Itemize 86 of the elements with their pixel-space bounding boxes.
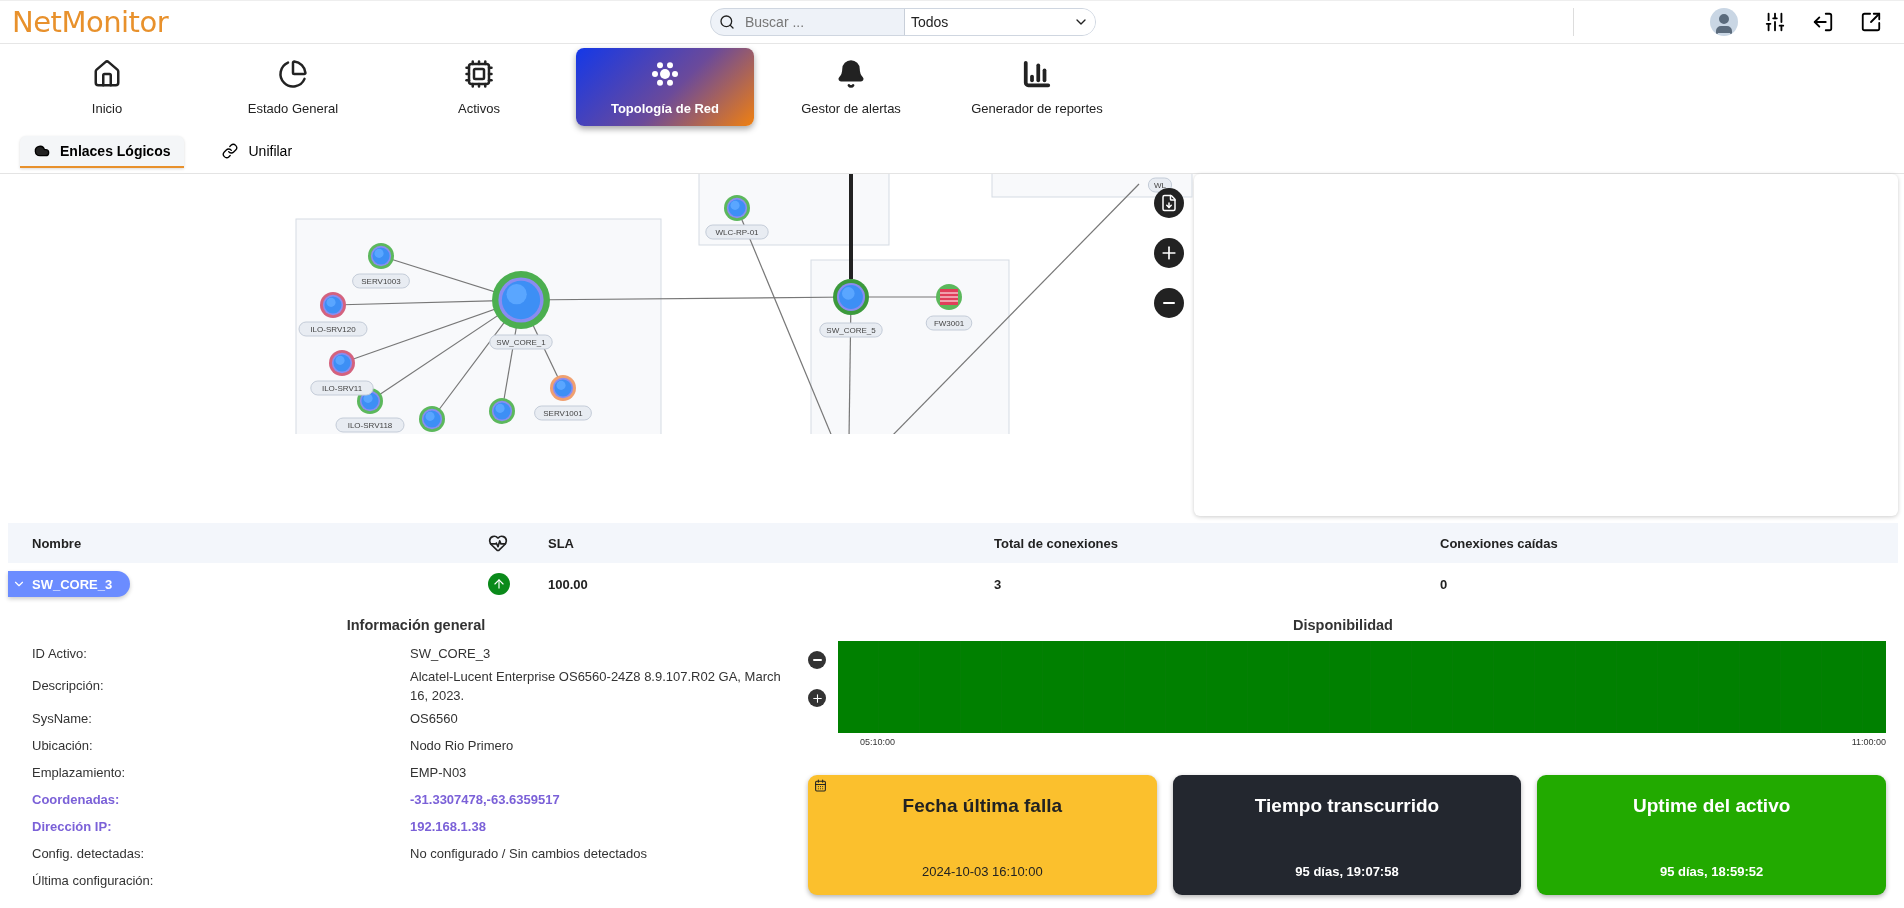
download-button[interactable] xyxy=(1154,188,1184,218)
column-header: SLA xyxy=(548,535,575,551)
nav-tab[interactable]: Inicio xyxy=(18,48,196,126)
field-label: Última configuración: xyxy=(32,871,155,890)
field-value: SW_CORE_3 xyxy=(410,645,492,664)
file-download-icon xyxy=(1160,194,1178,212)
node-label: ILO-SRV11 xyxy=(310,380,374,396)
expand-icon[interactable] xyxy=(1860,11,1882,33)
zoom-out-button[interactable] xyxy=(808,651,826,669)
nav-tab[interactable]: Topología de Red xyxy=(576,48,754,126)
network-node[interactable] xyxy=(550,375,576,401)
time-tick: 05:10:00 xyxy=(860,737,896,747)
network-node[interactable] xyxy=(489,398,515,424)
column-header: Total de conexiones xyxy=(994,535,1119,551)
table-cell-text: 3 xyxy=(994,576,1003,592)
chip-icon xyxy=(464,58,494,89)
field-label: Ubicación: xyxy=(32,736,94,755)
network-node[interactable] xyxy=(320,292,346,318)
network-node[interactable] xyxy=(833,279,869,315)
field-label: SysName: xyxy=(32,709,93,728)
network-node[interactable] xyxy=(724,195,750,221)
card-value: 95 días, 19:07:58 xyxy=(1295,864,1399,879)
node-label: ILO-SRV118 xyxy=(335,417,405,433)
zoom-out-button[interactable] xyxy=(1154,288,1184,318)
node-label: SW_CORE_5 xyxy=(819,322,883,338)
network-node[interactable] xyxy=(419,406,445,432)
time-tick: 11:00:00 xyxy=(1851,737,1886,747)
firewall-node[interactable] xyxy=(936,284,962,310)
search-field[interactable]: Buscar ... xyxy=(743,13,883,31)
field-label: Coordenadas: xyxy=(32,790,121,809)
bell-icon xyxy=(836,58,866,89)
field-label: Emplazamiento: xyxy=(32,763,127,782)
network-node[interactable] xyxy=(329,350,355,376)
field-label: Config. detectadas: xyxy=(32,844,146,863)
home-icon xyxy=(92,58,122,89)
node-label: SERV1001 xyxy=(534,405,592,421)
zoom-in-button[interactable] xyxy=(1154,238,1184,268)
section-title: Disponibilidad xyxy=(1292,616,1394,635)
network-node[interactable] xyxy=(368,243,394,269)
pie-chart-icon xyxy=(278,58,308,89)
field-value[interactable]: 192.168.1.38 xyxy=(410,817,800,837)
user-avatar[interactable] xyxy=(1710,8,1738,36)
sub-tab[interactable]: Enlaces Lógicos xyxy=(20,135,185,168)
field-value: No configurado / Sin cambios detectados xyxy=(410,844,649,863)
column-header: Nombre xyxy=(31,535,83,551)
section-title: Información general xyxy=(345,616,487,635)
logout-icon[interactable] xyxy=(1812,11,1834,33)
search-icon xyxy=(719,14,735,30)
nav-tab[interactable]: Estado General xyxy=(204,48,382,126)
card-title: Tiempo transcurrido xyxy=(1254,795,1440,817)
field-value: OS6560 xyxy=(410,709,459,728)
nav-tab[interactable]: Generador de reportes xyxy=(948,48,1126,126)
table-cell-text: 100.00 xyxy=(548,576,589,592)
sliders-icon[interactable] xyxy=(1764,11,1786,33)
card-title: Uptime del activo xyxy=(1633,795,1791,817)
link-icon xyxy=(222,142,239,159)
filter-dropdown[interactable]: Todos xyxy=(905,9,1095,35)
node-label: SW_CORE_1 xyxy=(489,334,553,350)
nav-tab[interactable]: Activos xyxy=(390,48,568,126)
nav-tab[interactable]: Gestor de alertas xyxy=(762,48,940,126)
node-label: ILO-SRV120 xyxy=(298,321,368,337)
minus-icon xyxy=(1163,301,1175,305)
app-logo: NetMonitor xyxy=(11,5,170,39)
heart-pulse-icon xyxy=(488,533,508,553)
field-value: EMP-N03 xyxy=(410,763,468,782)
card-value: 95 días, 18:59:52 xyxy=(1659,864,1764,879)
sub-tab[interactable]: Unifilar xyxy=(208,135,307,168)
card-title: Fecha última falla xyxy=(902,795,1063,817)
node-label: SERV1003 xyxy=(352,273,410,289)
bar-chart-icon xyxy=(1022,58,1052,89)
network-node[interactable] xyxy=(492,271,550,329)
card-value: 2024-10-03 16:10:00 xyxy=(921,864,1043,879)
column-header: Conexiones caídas xyxy=(1440,535,1559,551)
field-label: ID Activo: xyxy=(32,645,88,664)
field-value: Alcatel-Lucent Enterprise OS6560-24Z8 8.9.107.R02 GA, March 16, 2023. xyxy=(410,668,782,705)
search-bar[interactable]: Buscar ... Todos xyxy=(710,8,1096,36)
field-label: Dirección IP: xyxy=(32,817,113,836)
field-value[interactable]: -31.3307478,-63.6359517 xyxy=(410,790,800,810)
node-label: WLC-RP-01 xyxy=(705,224,769,240)
node-label: FW3001 xyxy=(925,315,973,331)
plus-icon xyxy=(810,691,824,705)
minus-icon xyxy=(812,658,822,662)
field-value: Nodo Rio Primero xyxy=(410,736,515,755)
field-label: Descripción: xyxy=(32,677,105,696)
table-cell-text: 0 xyxy=(1440,576,1449,592)
zoom-in-button[interactable] xyxy=(808,689,826,707)
